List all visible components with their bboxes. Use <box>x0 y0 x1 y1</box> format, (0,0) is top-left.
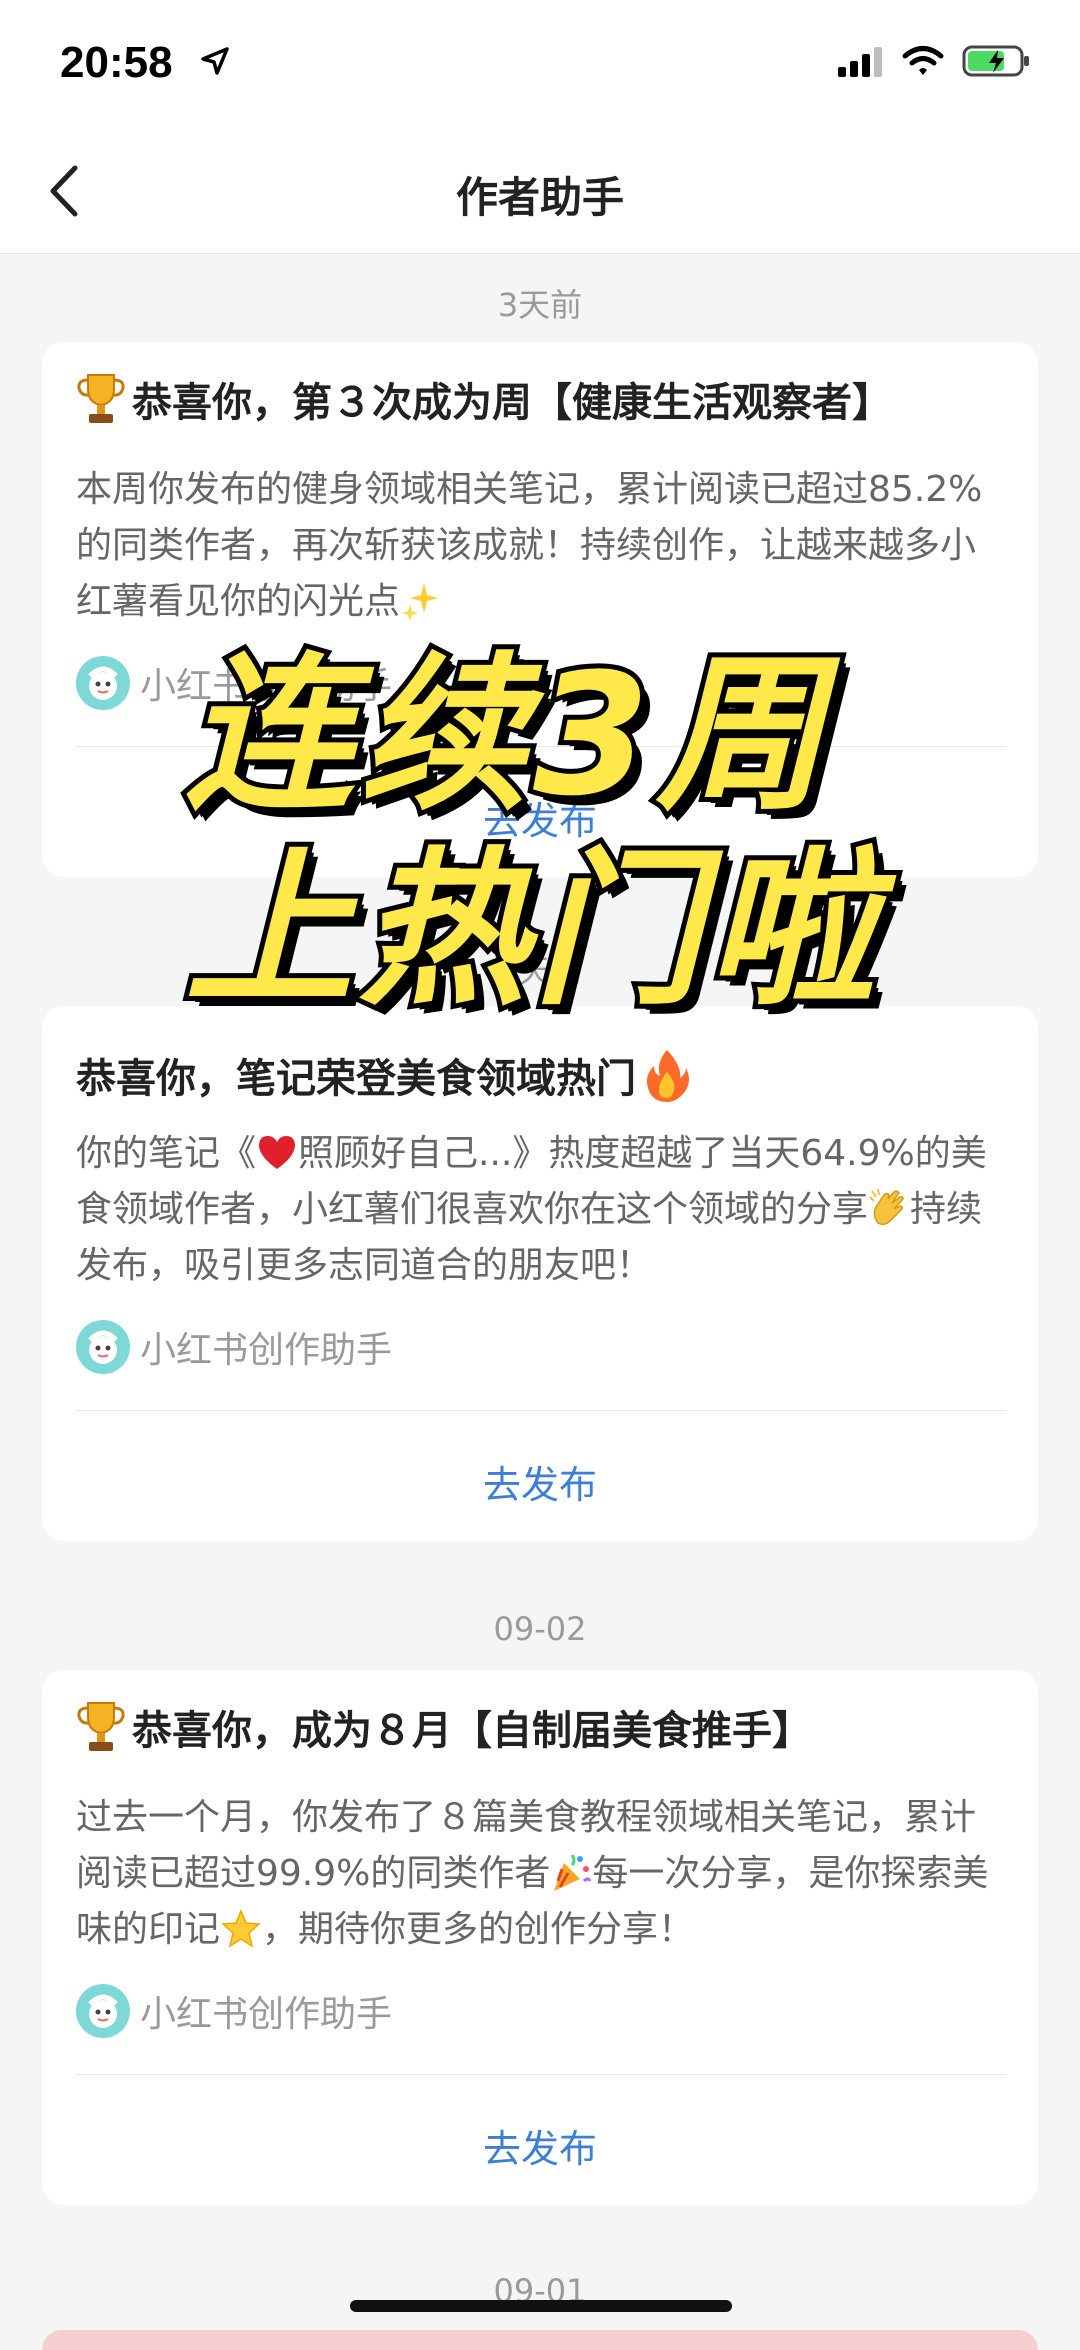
clapping-hands-icon <box>869 1188 904 1226</box>
avatar <box>76 656 130 710</box>
signal-icon <box>838 47 882 77</box>
timestamp: 3天前 <box>497 286 583 324</box>
overlay-headline-line1: 连续3周 <box>180 635 830 835</box>
card-author[interactable]: 小红书创作助手 <box>76 1984 392 2038</box>
card-body: 本周你发布的健身领域相关笔记，累计阅读已超过85.2%的同类作者，再次斩获该成就… <box>76 462 1006 630</box>
author-name: 小红书创作助手 <box>140 1994 393 2035</box>
timestamp: 09-02 <box>493 1610 587 1648</box>
notification-card: 恭喜你，成为８月【自制届美食推手】 过去一个月，你发布了８篇美食教程领域相关笔记… <box>42 1670 1038 2205</box>
card-body: 你的笔记《 照顾好自己...》热度超越了当天64.9%的美食领域作者，小红薯们很喜… <box>76 1126 1006 1294</box>
card-body: 过去一个月，你发布了８篇美食教程领域相关笔记，累计阅读已超过99.9%的同类作者… <box>76 1790 1006 1958</box>
card-title-text: 恭喜你，成为８月【自制届美食推手】 <box>132 1708 812 1754</box>
card-body-text: 本周你发布的健身领域相关笔记，累计阅读已超过85.2%的同类作者，再次斩获该成就… <box>76 469 983 622</box>
status-indicators <box>838 44 1032 78</box>
wifi-icon <box>902 46 944 75</box>
next-card-peek <box>42 2330 1038 2350</box>
card-title: 恭喜你，笔记荣登美食领域热门 <box>76 1046 692 1104</box>
trophy-icon <box>77 374 125 423</box>
notification-card: 恭喜你，笔记荣登美食领域热门 你的笔记《 照顾好自己...》热度超越了当天64.9… <box>42 1006 1038 1541</box>
card-title: 恭喜你，成为８月【自制届美食推手】 <box>76 1698 812 1756</box>
card-title-text: 恭喜你，第３次成为周【健康生活观察者】 <box>132 380 892 426</box>
home-indicator <box>350 2300 732 2312</box>
page-title: 作者助手 <box>455 173 624 222</box>
location-arrow-icon <box>201 47 229 75</box>
author-name: 小红书创作助手 <box>140 1330 393 1371</box>
sparkles-icon <box>402 583 439 621</box>
fire-icon <box>646 1050 689 1102</box>
avatar <box>76 1984 130 2038</box>
card-body-text: ，期待你更多的创作分享！ <box>262 1909 695 1950</box>
status-time: 20:58 <box>60 38 173 87</box>
battery-icon <box>962 45 1029 77</box>
status-bar: 20:58 <box>0 0 1080 130</box>
card-author[interactable]: 小红书创作助手 <box>76 1320 392 1374</box>
avatar <box>76 1320 130 1374</box>
publish-button[interactable]: 去发布 <box>42 2118 1038 2173</box>
publish-button[interactable]: 去发布 <box>42 1454 1038 1509</box>
card-body-text: 你的笔记《 <box>76 1133 257 1174</box>
overlay-headline-line2: 上热门啦 <box>180 830 881 1030</box>
heart-icon <box>259 1136 296 1169</box>
glowing-star-icon <box>221 1909 261 1948</box>
card-title: 恭喜你，第３次成为周【健康生活观察者】 <box>76 370 892 428</box>
trophy-icon <box>77 1702 125 1751</box>
divider <box>76 2074 1006 2075</box>
divider <box>76 1410 1006 1411</box>
party-popper-icon <box>554 1854 592 1891</box>
nav-bar: 作者助手 <box>0 130 1080 254</box>
card-title-text: 恭喜你，笔记荣登美食领域热门 <box>76 1056 636 1102</box>
